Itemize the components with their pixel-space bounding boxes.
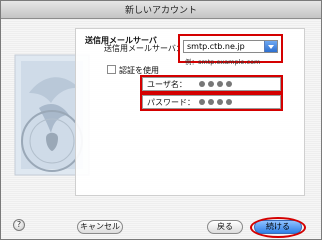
cancel-button[interactable]: キャンセル <box>77 220 123 234</box>
smtp-server-label: 送信用メールサーバ： <box>104 44 184 53</box>
continue-highlight <box>250 217 306 238</box>
use-authentication-checkbox[interactable] <box>107 65 116 74</box>
help-icon[interactable]: ? <box>13 219 25 231</box>
title-bar: 新しいアカウント <box>1 1 321 19</box>
back-button[interactable]: 戻る <box>207 220 243 234</box>
password-highlight <box>140 93 283 111</box>
username-highlight <box>140 75 283 93</box>
smtp-example-hint: 例：smtp.example.com <box>185 58 261 66</box>
new-account-window: 新しいアカウント 送信用メールサーバ 送信用メールサーバ： smtp.ctb.n… <box>0 0 322 240</box>
window-title: 新しいアカウント <box>124 6 197 16</box>
